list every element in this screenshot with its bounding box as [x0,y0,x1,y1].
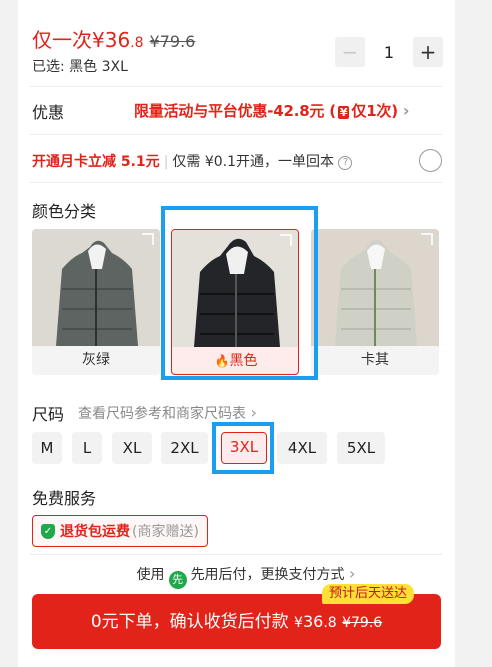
size-option-3xl[interactable]: 3XL [221,432,267,464]
expand-icon[interactable] [280,234,292,246]
service-note: (商家赠送) [132,524,199,540]
expand-icon[interactable] [421,233,433,245]
size-chart-link-text: 查看尺码参考和商家尺码表 [78,406,246,422]
promo-details[interactable]: 限量活动与平台优惠-42.8元 (¥ 仅1次) › [134,100,410,121]
color-label: 卡其 [361,352,389,368]
monthly-card-radio[interactable] [419,149,442,172]
color-label: 灰绿 [82,352,110,368]
cta-original-price: ¥79.6 [342,615,383,631]
quantity-stepper: − 1 + [335,37,443,67]
original-price: ¥79.6 [149,32,196,51]
color-option-grey-green[interactable]: 灰绿 [32,229,160,375]
jacket-image-khaki [311,229,439,346]
promo-label: 优惠 [32,103,65,122]
divider [30,182,442,183]
cta-price-decimal: .8 [323,615,337,631]
promo-text-suffix: 仅1次) [351,102,398,120]
payment-method-row[interactable]: 使用先先用后付，更换支付方式 › [0,564,492,589]
size-option-4xl[interactable]: 4XL [277,432,327,464]
price-currency: ¥ [92,28,105,52]
jacket-image-grey-green [32,229,160,346]
free-return-shipping-badge[interactable]: ✓ 退货包运费 (商家赠送) [32,515,208,547]
color-section-title: 颜色分类 [32,202,97,221]
divider [30,134,442,135]
price: 仅一次¥36.8 ¥79.6 [32,24,195,53]
expand-icon[interactable] [142,233,154,245]
color-label: 黑色 [229,353,258,369]
separator: | [163,154,169,170]
selected-summary: 已选: 黑色 3XL [32,59,128,75]
cta-label: 0元下单，确认收货后付款 [90,612,289,632]
pay-later-logo-icon: 先 [168,571,187,589]
divider [30,86,442,87]
payment-method-text: 先用后付，更换支付方式 [190,567,345,583]
flame-icon: 🔥 [214,354,230,368]
cta-price-currency: ¥ [294,615,303,631]
promo-text: 限量活动与平台优惠-42.8元 ( [134,102,336,120]
divider [30,554,442,555]
shield-check-icon: ✓ [41,523,55,539]
color-option-black[interactable]: 🔥黑色 [171,229,299,375]
color-option-khaki[interactable]: 卡其 [311,229,439,375]
payment-prefix: 使用 [136,567,165,583]
size-option-5xl[interactable]: 5XL [337,432,385,464]
cta-price: ¥36.8 [294,612,337,631]
price-decimal: .8 [130,35,144,51]
price-prefix: 仅一次 [32,28,92,52]
cta-price-integer: 36 [302,612,324,631]
coupon-tag-icon: ¥ [337,106,350,119]
increase-button[interactable]: + [413,37,443,67]
decrease-button[interactable]: − [335,37,365,67]
quantity-value[interactable]: 1 [365,43,413,62]
chevron-right-icon: › [250,403,257,422]
chevron-right-icon: › [402,101,410,120]
monthly-card-desc: 仅需 ¥0.1开通，一单回本 [172,154,335,170]
size-option-2xl[interactable]: 2XL [161,432,208,464]
delivery-eta-badge: 预计后天送达 [322,584,415,604]
monthly-card-offer[interactable]: 开通月卡立减 5.1元 | 仅需 ¥0.1开通，一单回本 ? [32,151,353,171]
size-option-m[interactable]: M [32,432,62,464]
size-section-title: 尺码 [32,405,65,424]
service-section-title: 免费服务 [32,489,97,508]
chevron-right-icon: › [349,564,356,583]
price-integer: 36 [104,28,131,52]
size-chart-link[interactable]: 查看尺码参考和商家尺码表 › [78,403,257,423]
monthly-card-discount: 开通月卡立减 5.1元 [32,154,160,170]
size-option-xl[interactable]: XL [112,432,152,464]
color-label-selected: 🔥黑色 [172,347,298,374]
service-name: 退货包运费 [60,524,130,540]
size-option-l[interactable]: L [72,432,102,464]
jacket-image-black [172,230,298,347]
help-icon[interactable]: ? [338,156,353,170]
